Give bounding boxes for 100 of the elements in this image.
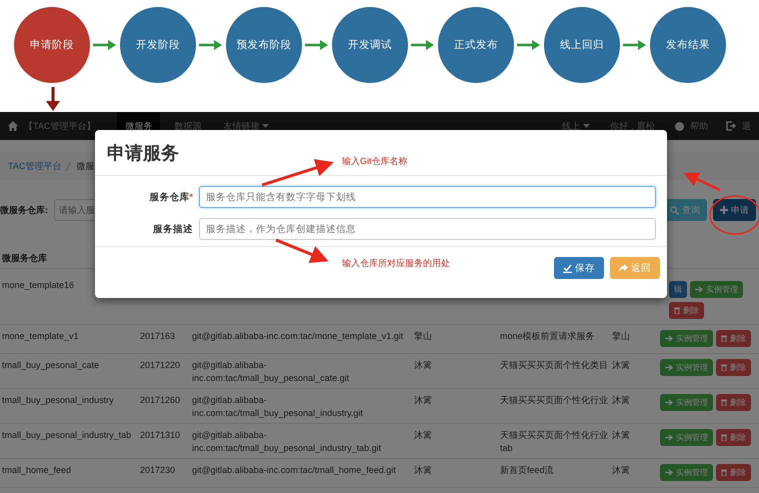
arrow-icon — [305, 39, 329, 51]
table-cell: git@gitlab.alibaba-inc.com:tac/tmall_buy_pesonal_industry.git — [192, 395, 363, 418]
table-cell: 沐篱 — [612, 395, 630, 406]
table-cell: 沐篱 — [612, 465, 630, 476]
delete-button[interactable]: 删除 — [716, 394, 751, 412]
brand-link[interactable]: 【TAC管理平台】 — [24, 120, 96, 132]
table-cell: 沐篱 — [612, 430, 630, 440]
table-cell: 擎山 — [612, 331, 630, 341]
arrow-icon — [665, 469, 673, 476]
nav-tab[interactable]: 友情链接 — [215, 112, 278, 140]
table-cell: mone_template16 — [2, 280, 74, 290]
table-cell: tmall_buy_pesonal_industry — [2, 395, 114, 406]
arrow-icon — [695, 286, 703, 293]
manage-button[interactable]: 实例管理 — [690, 281, 743, 298]
step-circle: 开发调试 — [332, 7, 408, 83]
logout-icon — [726, 121, 736, 131]
slash-icon — [66, 162, 72, 170]
arrow-icon — [411, 39, 435, 51]
arrow-icon — [665, 434, 673, 442]
table-cell: 新首页feed流 — [500, 465, 554, 476]
table-cell: mone_template_v1 — [2, 331, 79, 341]
plus-icon — [720, 206, 728, 214]
field-label: 服务描述 — [153, 222, 193, 236]
delete-button[interactable]: 删除 — [716, 330, 751, 347]
table-cell: 天猫买买买页面个性化类目 — [500, 360, 608, 370]
delete-button[interactable]: 删除 — [716, 464, 751, 482]
step-circle: 预发布阶段 — [226, 7, 302, 83]
caret-icon — [262, 124, 270, 128]
annotation-arrow — [275, 238, 329, 263]
table-cell: git@gitlab.alibaba-inc.com:tac/tmall_buy_pesonal_cate.git — [192, 360, 350, 384]
env-dropdown[interactable]: 线上 — [562, 120, 590, 132]
table-cell: 天猫买买买页面个性化行业tab — [500, 430, 608, 454]
step-circle: 申请阶段 — [14, 7, 90, 83]
table-cell: 天猫买买买页面个性化行业 — [500, 395, 608, 406]
column-header: 微服务仓库 — [2, 252, 47, 264]
manage-button[interactable]: 实例管理 — [660, 359, 713, 376]
table-cell: git@gitlab.alibaba-inc.com:tac/tmall_home_feed.git — [192, 465, 396, 476]
arrow-icon — [665, 335, 673, 342]
table-cell: tmall_buy_pesonal_cate — [2, 360, 100, 370]
annotation-text: 输入Git仓库名称 — [342, 155, 408, 168]
check-icon — [563, 264, 572, 272]
manage-button[interactable]: 实例管理 — [660, 429, 713, 446]
down-arrow-icon — [46, 86, 60, 110]
manage-button[interactable]: 实例管理 — [660, 330, 713, 347]
input-field[interactable]: 服务仓库只能含有数字字母下划线 — [199, 186, 656, 208]
table-cell: 20171260 — [140, 395, 180, 406]
arrow-icon — [665, 364, 673, 371]
trash-icon — [674, 307, 680, 314]
table-cell: git@gitlab.alibaba-inc.com:tac/mone_template_v1.git — [192, 331, 404, 341]
manage-button[interactable]: 实例管理 — [660, 394, 713, 412]
arrow-icon — [199, 39, 223, 51]
home-icon — [8, 121, 18, 131]
table-cell: tmall_home_feed — [2, 465, 72, 476]
table-cell: git@gitlab.alibaba-inc.com:tac/tmall_buy_pesonal_industry_tab.git — [192, 430, 382, 454]
save-button[interactable]: 保存 — [554, 257, 604, 279]
step-circle: 开发阶段 — [120, 7, 196, 83]
delete-button[interactable]: 删除 — [716, 429, 751, 446]
table-cell: 沐篱 — [414, 430, 432, 440]
table-cell: 沐篱 — [612, 360, 630, 370]
table-cell: 沐篱 — [414, 395, 432, 406]
table-cell: 20171220 — [140, 360, 180, 370]
table-cell: 沐篱 — [414, 360, 432, 370]
manage-button[interactable]: 实例管理 — [660, 464, 713, 482]
search-label: 微服务仓库: — [0, 204, 48, 216]
share-icon — [619, 264, 628, 272]
table-cell: mone模板前置请求服务 — [500, 331, 595, 341]
caret-icon — [583, 124, 590, 128]
help-link[interactable]: 帮助 — [690, 120, 708, 132]
step-circle: 线上回归 — [544, 7, 620, 83]
help-icon — [675, 122, 684, 130]
logout-link[interactable]: 退 — [742, 120, 751, 132]
table-cell: 2017230 — [140, 465, 176, 476]
trash-icon — [721, 364, 727, 371]
arrow-icon — [665, 399, 673, 406]
step-circle: 发布结果 — [650, 7, 726, 83]
trash-icon — [721, 469, 727, 476]
annotation-arrow — [683, 172, 721, 192]
table-cell: 2017163 — [140, 331, 176, 341]
breadcrumb-link[interactable]: TAC管理平台 — [8, 160, 62, 172]
dialog-title: 申请服务 — [107, 142, 179, 164]
trash-icon — [721, 399, 727, 406]
annotation-text: 输入仓库所对应服务的用处 — [342, 257, 450, 270]
search-icon — [670, 206, 679, 214]
edit-button[interactable]: 辑 — [669, 281, 687, 298]
trash-icon — [721, 434, 727, 442]
apply-button[interactable]: 申请 — [713, 199, 756, 221]
trash-icon — [721, 335, 727, 342]
step-circle: 正式发布 — [438, 7, 514, 83]
arrow-icon — [623, 39, 647, 51]
table-cell: 擎山 — [414, 331, 432, 341]
arrow-icon — [93, 39, 117, 51]
table-cell: 20171310 — [140, 430, 180, 440]
breadcrumb-link[interactable]: 微服 — [76, 160, 94, 172]
input-field[interactable]: 服务描述，作为仓库创建描述信息 — [199, 218, 656, 240]
delete-button[interactable]: 删除 — [669, 302, 704, 319]
user-greeting: 你好，庭松 — [610, 120, 655, 132]
arrow-icon — [517, 39, 541, 51]
delete-button[interactable]: 删除 — [716, 359, 751, 376]
back-button[interactable]: 返回 — [610, 257, 660, 279]
table-cell: 沐篱 — [414, 465, 432, 476]
